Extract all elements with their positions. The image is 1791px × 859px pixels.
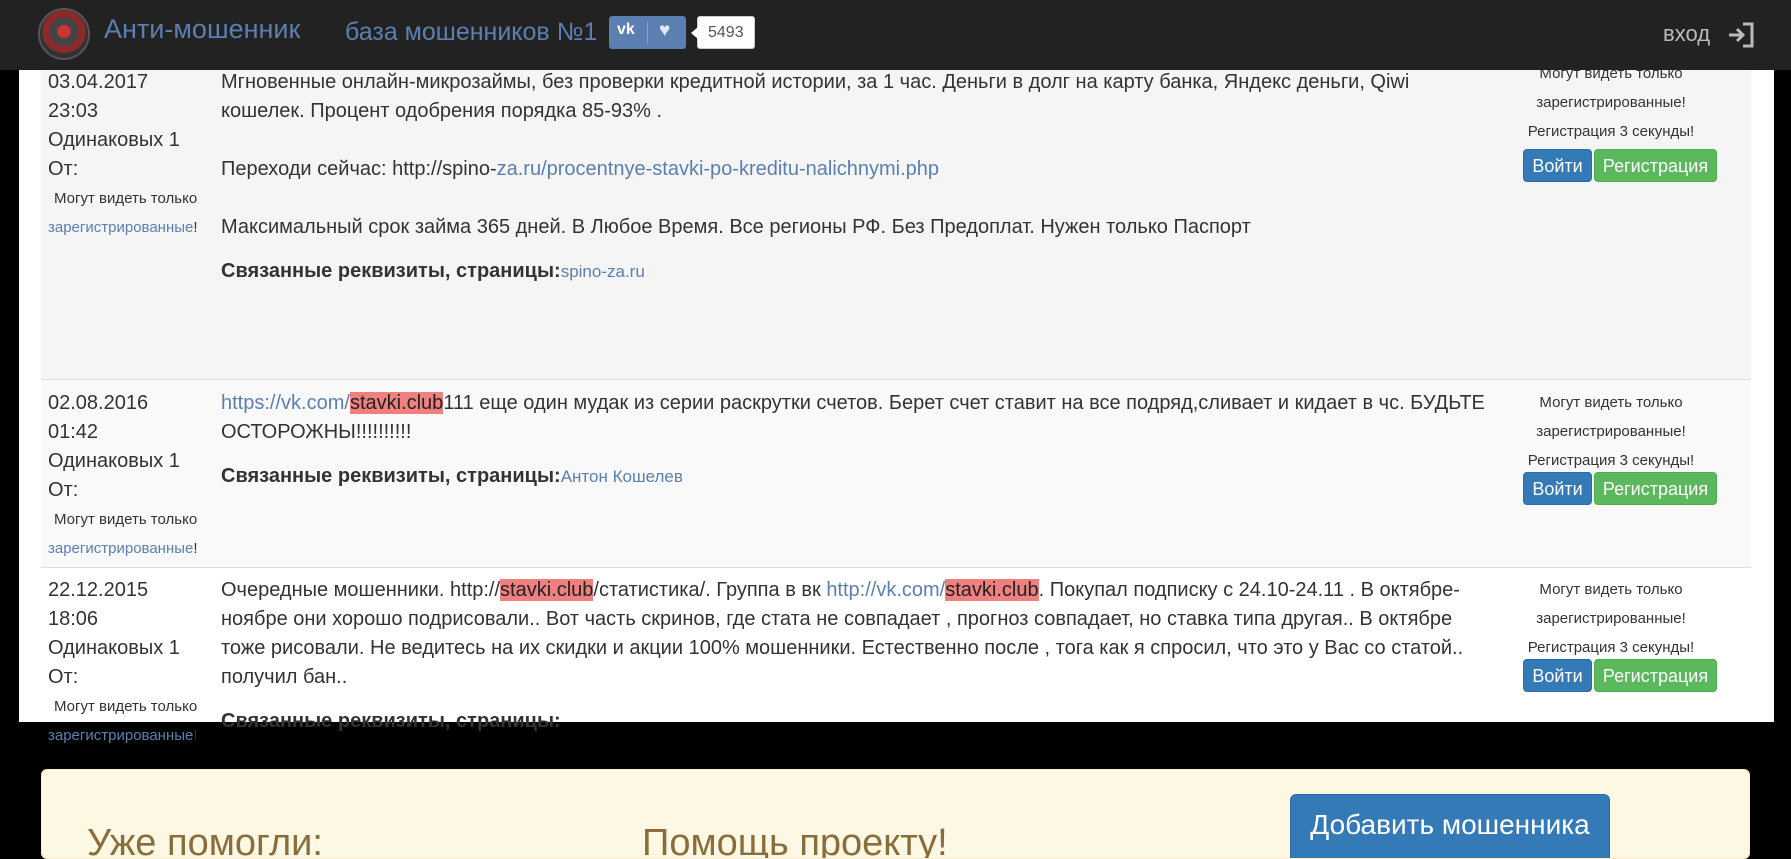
- record-paragraph-prefix: Переходи сейчас: http://spino-: [221, 158, 497, 180]
- site-logo[interactable]: [38, 8, 90, 60]
- exclamation: !: [193, 540, 198, 557]
- register-button[interactable]: Регистрация: [1594, 472, 1717, 505]
- register-button[interactable]: Регистрация: [1594, 149, 1717, 182]
- register-button[interactable]: Регистрация: [1594, 659, 1717, 692]
- records-table: 03.04.2017 23:03 Одинаковых 1 От: Могут …: [19, 50, 1774, 744]
- record-from-label: От:: [48, 158, 79, 180]
- record-time: 01:42: [48, 421, 99, 443]
- vk-like-button[interactable]: vk ♥: [609, 16, 686, 49]
- vk-like-count: 5493: [691, 16, 755, 49]
- record-url-link[interactable]: http://vk.com/: [826, 579, 945, 601]
- related-label: Связанные реквизиты, страницы:: [221, 465, 561, 487]
- login-button[interactable]: Войти: [1523, 472, 1592, 505]
- record-date: 03.04.2017: [48, 71, 149, 93]
- access-note: Могут видеть только зарегистрированные! …: [1497, 59, 1725, 146]
- search-highlight: stavki.club: [945, 579, 1039, 601]
- record-same-count: Одинаковых 1: [48, 129, 180, 151]
- access-note: Могут видеть только зарегистрированные! …: [1497, 388, 1725, 475]
- record-text-part: /статистика/. Группа в вк: [593, 579, 827, 601]
- vk-icon: vk: [617, 21, 635, 38]
- related-label: Связанные реквизиты, страницы:: [221, 260, 561, 282]
- table-row: 02.08.2016 01:42 Одинаковых 1 От: Могут …: [41, 379, 1751, 567]
- access-note-line: Регистрация 3 секунды!: [1527, 452, 1695, 469]
- record-paragraph: Мгновенные онлайн-микрозаймы, без провер…: [221, 71, 1410, 122]
- access-note-line: зарегистрированные!: [1536, 610, 1686, 627]
- access-note-line: Могут видеть только: [1539, 394, 1683, 411]
- related-link[interactable]: Антон Кошелев: [561, 467, 683, 486]
- record-from-label: От:: [48, 479, 79, 501]
- record-time: 18:06: [48, 608, 99, 630]
- access-note-line: Регистрация 3 секунды!: [1527, 639, 1695, 656]
- table-row: 22.12.2015 18:06 Одинаковых 1 От: Могут …: [41, 567, 1751, 744]
- footer-box: Уже помогли: Помощь проекту! Добавить мо…: [41, 769, 1750, 859]
- helped-heading: Уже помогли:: [87, 822, 323, 859]
- exclamation: !: [193, 219, 198, 236]
- registered-link[interactable]: зарегистрированные: [48, 540, 193, 557]
- access-note-line: зарегистрированные!: [1536, 423, 1686, 440]
- add-scammer-button[interactable]: Добавить мошенника: [1290, 794, 1610, 858]
- record-date: 02.08.2016: [48, 392, 149, 414]
- record-text: Очередные мошенники. http://stavki.club/…: [221, 576, 1491, 736]
- sign-in-icon[interactable]: [1726, 21, 1756, 49]
- registered-link[interactable]: зарегистрированные: [48, 727, 193, 744]
- record-meta: 22.12.2015 18:06 Одинаковых 1 От: Могут …: [48, 576, 218, 750]
- record-from-label: От:: [48, 666, 79, 688]
- record-text-part: Очередные мошенники. http://: [221, 579, 501, 601]
- record-url-link[interactable]: https://vk.com/: [221, 392, 350, 414]
- record-text: https://vk.com/stavki.club111 еще один м…: [221, 389, 1491, 491]
- record-meta: 02.08.2016 01:42 Одинаковых 1 От: Могут …: [48, 389, 218, 563]
- top-navbar: Анти-мошенник база мошенников №1 vk ♥ 54…: [0, 0, 1791, 70]
- record-same-count: Одинаковых 1: [48, 450, 180, 472]
- search-highlight: stavki.club: [349, 392, 444, 414]
- record-url-link[interactable]: za.ru/procentnye-stavki-po-kreditu-nalic…: [497, 158, 939, 180]
- login-button[interactable]: Войти: [1523, 659, 1592, 692]
- related-label: Связанные реквизиты, страницы:: [221, 710, 561, 732]
- record-from-note: Могут видеть только: [54, 190, 198, 207]
- search-highlight: stavki.club: [500, 579, 594, 601]
- record-date: 22.12.2015: [48, 579, 149, 601]
- vk-separator: [647, 22, 648, 43]
- login-link[interactable]: вход: [1663, 21, 1710, 47]
- access-note-line: зарегистрированные!: [1536, 94, 1686, 111]
- record-same-count: Одинаковых 1: [48, 637, 180, 659]
- help-project-heading: Помощь проекту!: [642, 822, 948, 859]
- related-link[interactable]: spino-za.ru: [561, 262, 645, 281]
- heart-icon: ♥: [659, 20, 671, 41]
- record-from-note: Могут видеть только: [54, 698, 198, 715]
- record-from-note: Могут видеть только: [54, 511, 198, 528]
- record-meta: 03.04.2017 23:03 Одинаковых 1 От: Могут …: [48, 68, 218, 242]
- exclamation: !: [193, 727, 198, 744]
- record-text: Мгновенные онлайн-микрозаймы, без провер…: [221, 68, 1491, 286]
- access-note-line: Регистрация 3 секунды!: [1527, 123, 1695, 140]
- login-button[interactable]: Войти: [1523, 149, 1592, 182]
- tagline-link[interactable]: база мошенников №1: [345, 18, 597, 47]
- record-time: 23:03: [48, 100, 99, 122]
- registered-link[interactable]: зарегистрированные: [48, 219, 193, 236]
- record-paragraph: Максимальный срок займа 365 дней. В Любо…: [221, 216, 1251, 238]
- access-note: Могут видеть только зарегистрированные! …: [1497, 575, 1725, 662]
- brand-link[interactable]: Анти-мошенник: [104, 14, 300, 45]
- access-note-line: Могут видеть только: [1539, 581, 1683, 598]
- table-row: 03.04.2017 23:03 Одинаковых 1 От: Могут …: [41, 50, 1751, 379]
